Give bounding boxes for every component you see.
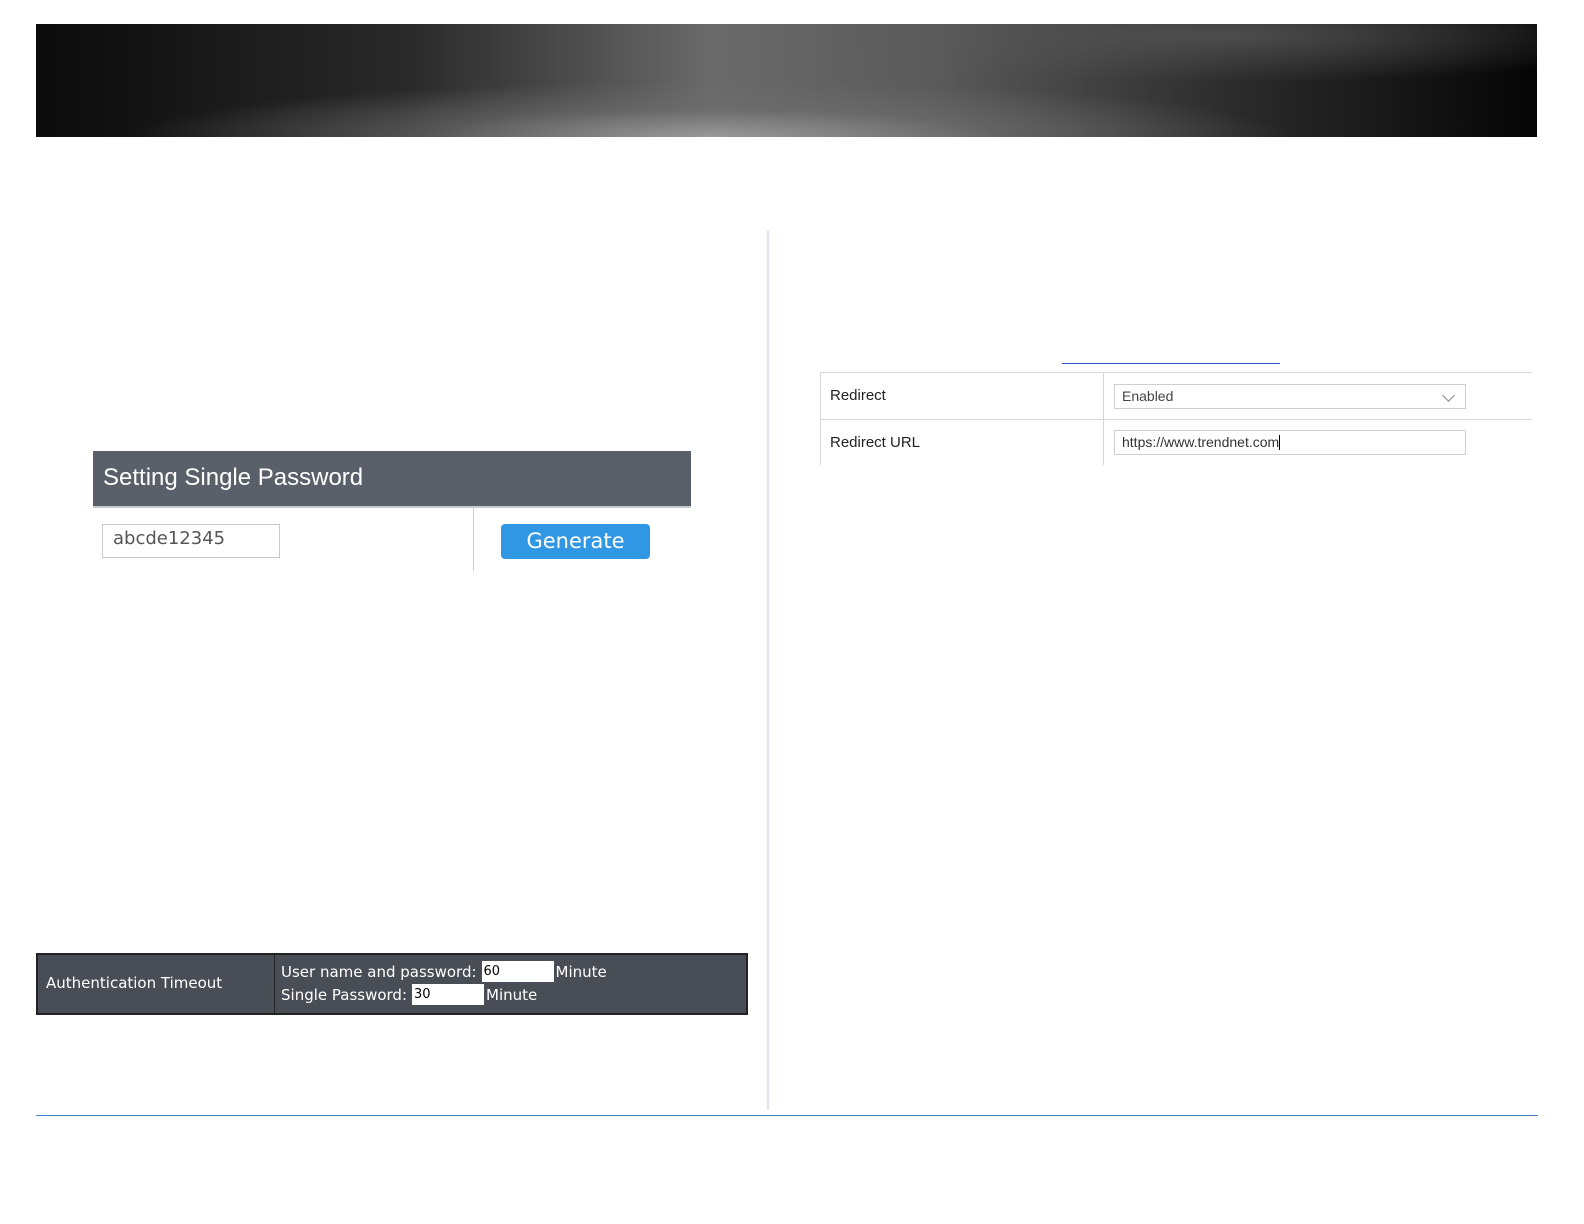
authentication-timeout-label: Authentication Timeout	[46, 974, 223, 992]
header-banner	[36, 24, 1537, 137]
single-password-panel: Setting Single Password abcde12345 Gener…	[93, 451, 691, 573]
redirect-url-value: https://www.trendnet.com	[1122, 434, 1280, 450]
authentication-timeout-separator	[274, 955, 275, 1013]
user-password-timeout-label: User name and password:	[281, 962, 477, 981]
single-password-timeout-label: Single Password:	[281, 985, 407, 1004]
redirect-url-row: Redirect URL https://www.trendnet.com	[820, 420, 1532, 466]
generate-button[interactable]: Generate	[501, 524, 650, 559]
single-password-timeout-unit: Minute	[486, 985, 538, 1004]
redirect-url-label: Redirect URL	[830, 434, 921, 451]
redirect-settings-table: Redirect Enabled Redirect URL https://ww…	[820, 372, 1532, 465]
single-password-title: Setting Single Password	[93, 451, 691, 508]
user-password-timeout-input[interactable]: 60	[481, 961, 554, 982]
redirect-label: Redirect	[830, 387, 886, 404]
column-divider	[766, 230, 770, 1110]
redirect-url-input[interactable]: https://www.trendnet.com	[1114, 430, 1466, 455]
user-password-timeout-row: User name and password: 60 Minute	[281, 961, 607, 982]
footer-rule	[36, 1115, 1538, 1116]
redirect-select[interactable]: Enabled	[1114, 384, 1466, 409]
single-password-separator	[473, 508, 474, 571]
redirect-row: Redirect Enabled	[820, 373, 1532, 420]
redirect-select-value: Enabled	[1122, 388, 1174, 404]
single-password-timeout-row: Single Password: 30 Minute	[281, 984, 537, 1005]
authentication-timeout-panel: Authentication Timeout User name and pas…	[36, 953, 748, 1015]
single-password-timeout-input[interactable]: 30	[412, 984, 484, 1005]
chevron-down-icon	[1442, 389, 1455, 402]
single-password-input[interactable]: abcde12345	[102, 524, 280, 558]
text-caret	[1279, 435, 1281, 450]
single-password-body: abcde12345 Generate	[93, 508, 691, 573]
user-password-timeout-unit: Minute	[555, 962, 607, 981]
link-underline	[1062, 363, 1280, 364]
